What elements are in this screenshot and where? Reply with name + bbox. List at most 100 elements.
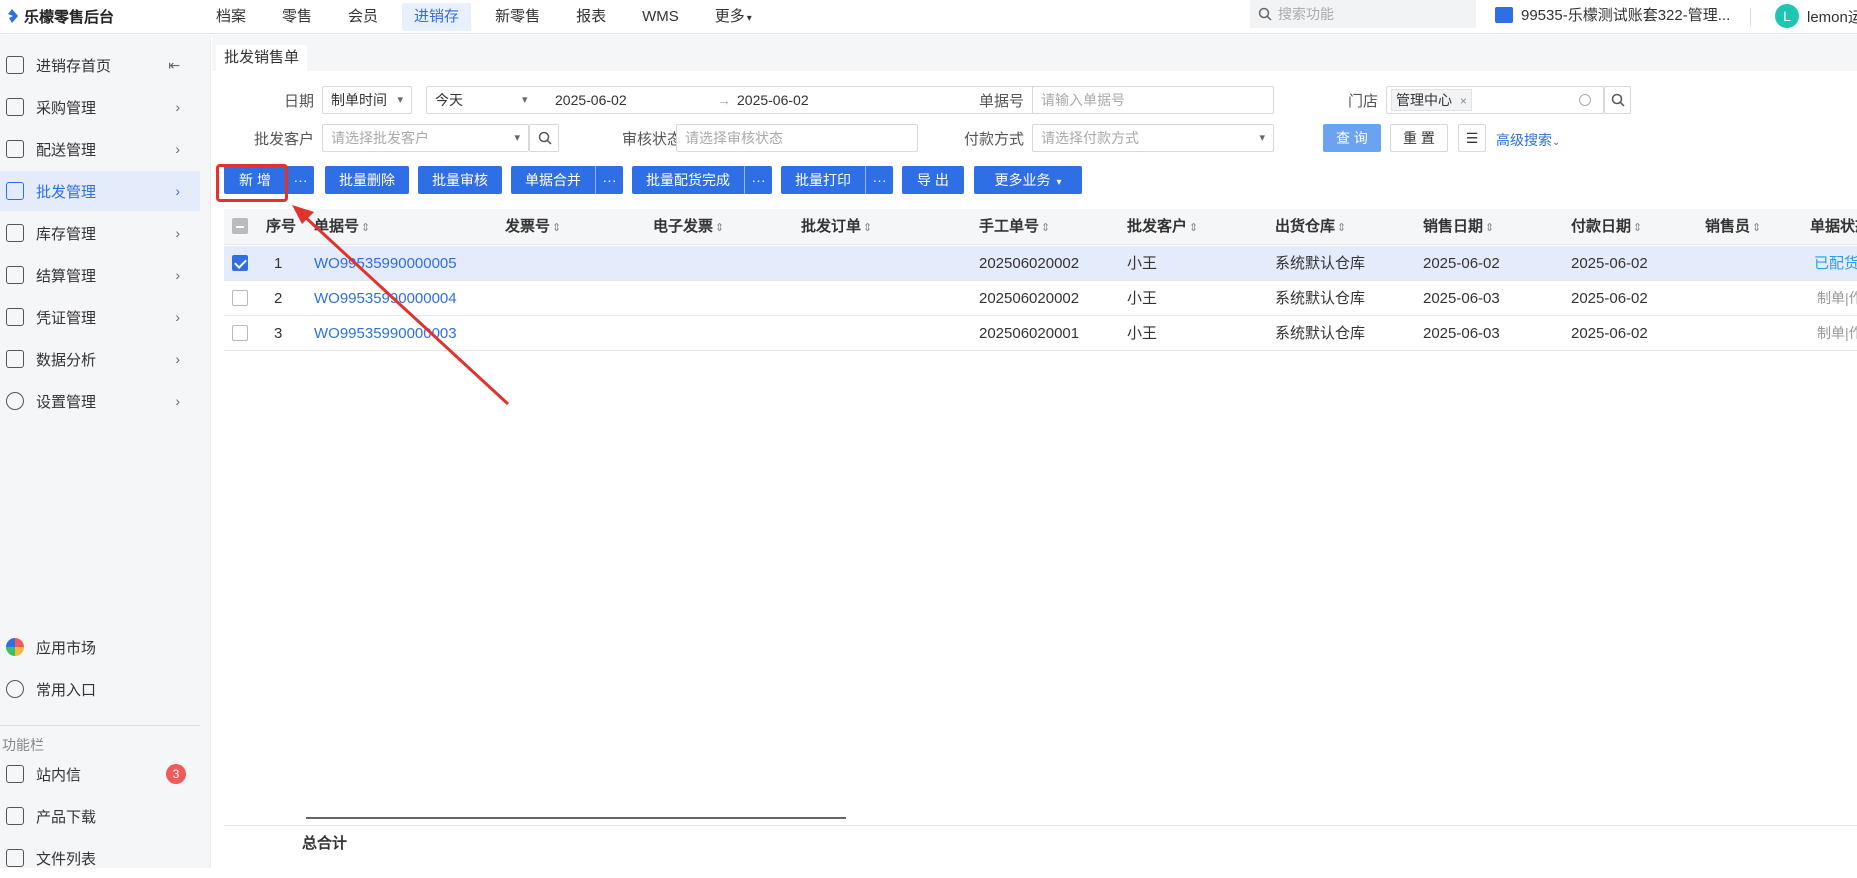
column-header-sortable[interactable]: 电子发票 ⇕ bbox=[653, 209, 724, 245]
add-more-button[interactable]: ··· bbox=[287, 166, 314, 194]
topnav-item[interactable]: 档案 bbox=[204, 3, 258, 31]
column-header-sortable[interactable]: 销售日期 ⇕ bbox=[1423, 209, 1494, 245]
batch-print-button[interactable]: 批量打印 bbox=[781, 166, 865, 194]
sidebar-item-favorites[interactable]: 常用入口 bbox=[0, 669, 200, 709]
cell-seq: 3 bbox=[274, 325, 283, 342]
avatar: L bbox=[1775, 4, 1799, 28]
column-header-sortable[interactable]: 单据号 ⇕ bbox=[314, 209, 370, 245]
search-input[interactable]: 搜索功能 bbox=[1250, 0, 1476, 28]
sidebar-item-purchase[interactable]: 采购管理 › bbox=[0, 87, 200, 127]
store-search-button[interactable] bbox=[1604, 86, 1631, 114]
customer-search-button[interactable] bbox=[529, 124, 559, 152]
pay-select[interactable]: 请选择付款方式 ▾ bbox=[1032, 124, 1274, 152]
batch-audit-button[interactable]: 批量审核 bbox=[418, 166, 502, 194]
tab-wholesale-sales[interactable]: 批发销售单 bbox=[216, 45, 308, 71]
export-button[interactable]: 导 出 bbox=[902, 166, 964, 194]
sidebar-item-label: 凭证管理 bbox=[36, 309, 97, 327]
sidebar-item-files[interactable]: 文件列表 bbox=[0, 838, 200, 878]
topnav-item[interactable]: 零售 bbox=[270, 3, 324, 31]
account-name: 99535-乐檬测试账套322-管理... bbox=[1521, 7, 1731, 24]
cell-status: 已配货 bbox=[1814, 255, 1857, 272]
user-menu[interactable]: L lemon运 bbox=[1775, 4, 1857, 28]
column-header-label: 出货仓库 bbox=[1275, 218, 1336, 235]
topnav-item[interactable]: 报表 bbox=[564, 3, 618, 31]
date-type-value: 制单时间 bbox=[331, 92, 387, 108]
merge-more-button[interactable]: ··· bbox=[596, 166, 623, 194]
column-header-sortable[interactable]: 付款日期 ⇕ bbox=[1571, 209, 1642, 245]
topnav-item[interactable]: WMS bbox=[630, 3, 691, 31]
select-all-checkbox[interactable] bbox=[232, 218, 248, 234]
topnav-item[interactable]: 会员 bbox=[336, 3, 390, 31]
account-switcher[interactable]: 99535-乐檬测试账套322-管理... bbox=[1495, 4, 1730, 25]
date-type-select[interactable]: 制单时间 ▾ bbox=[322, 86, 412, 114]
topnav-item[interactable]: 新零售 bbox=[483, 3, 552, 31]
cell-doc-no-link[interactable]: WO99535990000003 bbox=[314, 316, 457, 351]
sidebar-item-delivery[interactable]: 配送管理 › bbox=[0, 129, 200, 169]
cell-seq: 1 bbox=[274, 255, 283, 272]
date-start[interactable]: 2025-06-02 bbox=[555, 87, 627, 113]
query-button[interactable]: 查 询 bbox=[1323, 124, 1381, 152]
batch-print-more-button[interactable]: ··· bbox=[866, 166, 893, 194]
table-row[interactable]: 1 WO99535990000005 202506020002 小王 系统默认仓… bbox=[224, 246, 1857, 281]
date-range-picker[interactable]: 今天 ▾ 2025-06-02 → 2025-06-02 bbox=[426, 86, 1131, 114]
column-header-sortable[interactable]: 手工单号 ⇕ bbox=[979, 209, 1050, 245]
date-end[interactable]: 2025-06-02 bbox=[737, 87, 809, 113]
sidebar-item-label: 批发管理 bbox=[36, 183, 97, 201]
column-header-sortable[interactable]: 发票号 ⇕ bbox=[505, 209, 561, 245]
store-tag: 管理中心 × bbox=[1391, 89, 1472, 111]
cell-doc-no-link[interactable]: WO99535990000004 bbox=[314, 281, 457, 316]
cell-doc-no-link[interactable]: WO99535990000005 bbox=[314, 246, 457, 281]
collapse-sidebar-icon[interactable]: ⇤ bbox=[168, 57, 180, 74]
app-logo[interactable]: 乐檬零售后台 bbox=[4, 4, 114, 28]
close-icon[interactable]: × bbox=[1460, 94, 1467, 108]
clear-icon[interactable] bbox=[1579, 94, 1591, 106]
sidebar-item-downloads[interactable]: 产品下载 bbox=[0, 796, 200, 836]
sidebar-item-inventory[interactable]: 库存管理 › bbox=[0, 213, 200, 253]
more-business-button[interactable]: 更多业务 ▾ bbox=[974, 166, 1082, 194]
table-footer bbox=[224, 825, 1857, 865]
sort-icon: ⇕ bbox=[1189, 222, 1199, 234]
sidebar-item-settings[interactable]: 设置管理 › bbox=[0, 381, 200, 421]
row-checkbox[interactable] bbox=[232, 255, 248, 271]
merge-button[interactable]: 单据合并 bbox=[511, 166, 595, 194]
column-header-label: 批发客户 bbox=[1127, 218, 1188, 235]
dollar-icon bbox=[6, 266, 24, 284]
horizontal-scrollbar[interactable] bbox=[306, 817, 846, 819]
sidebar-item-settlement[interactable]: 结算管理 › bbox=[0, 255, 200, 295]
reset-button[interactable]: 重 置 bbox=[1390, 124, 1448, 152]
advanced-search-link[interactable]: 高级搜索⌄ bbox=[1496, 130, 1560, 150]
batch-delivery-button[interactable]: 批量配货完成 bbox=[632, 166, 744, 194]
column-header-sortable[interactable]: 批发客户 ⇕ bbox=[1127, 209, 1198, 245]
sort-icon: ⇕ bbox=[715, 222, 725, 234]
column-header-label: 发票号 bbox=[505, 218, 551, 235]
batch-delivery-more-button[interactable]: ··· bbox=[745, 166, 772, 194]
sidebar-item-app-market[interactable]: 应用市场 bbox=[0, 627, 200, 667]
main-content: 批发销售单 日期 制单时间 ▾ 今天 ▾ 2025-06-02 → 2025-06… bbox=[212, 35, 1857, 868]
sidebar-item-analytics[interactable]: 数据分析 › bbox=[0, 339, 200, 379]
column-settings-button[interactable]: ☰ bbox=[1458, 124, 1486, 152]
doc-no-label: 单据号 bbox=[978, 93, 1024, 110]
customer-select[interactable]: 请选择批发客户 ▾ bbox=[322, 124, 529, 152]
advanced-search-label: 高级搜索 bbox=[1496, 132, 1552, 148]
sidebar-item-label: 结算管理 bbox=[36, 267, 97, 285]
column-header-sortable[interactable]: 销售员 ⇕ bbox=[1705, 209, 1761, 245]
audit-select[interactable]: 请选择审核状态 bbox=[676, 124, 918, 152]
sidebar-item-label: 数据分析 bbox=[36, 351, 97, 369]
home-icon bbox=[6, 56, 24, 74]
doc-no-input[interactable]: 请输入单据号 bbox=[1032, 86, 1274, 114]
sidebar-item-label: 进销存首页 bbox=[36, 57, 112, 75]
topnav-item-active[interactable]: 进销存 bbox=[402, 3, 472, 31]
column-header-sortable[interactable]: 出货仓库 ⇕ bbox=[1275, 209, 1346, 245]
column-header-sortable[interactable]: 批发订单 ⇕ bbox=[801, 209, 872, 245]
sidebar-item-home[interactable]: 进销存首页 ⇤ bbox=[0, 45, 200, 85]
sidebar-item-voucher[interactable]: 凭证管理 › bbox=[0, 297, 200, 337]
row-checkbox[interactable] bbox=[232, 290, 248, 306]
batch-delete-button[interactable]: 批量删除 bbox=[325, 166, 409, 194]
table-row[interactable]: 2 WO99535990000004 202506020002 小王 系统默认仓… bbox=[224, 281, 1857, 316]
sidebar-item-wholesale[interactable]: 批发管理 › bbox=[0, 171, 200, 211]
table-row[interactable]: 3 WO99535990000003 202506020001 小王 系统默认仓… bbox=[224, 316, 1857, 351]
store-select[interactable]: 管理中心 × bbox=[1386, 86, 1604, 114]
audit-label: 审核状态 bbox=[621, 131, 682, 148]
topnav-more[interactable]: 更多 ▾ bbox=[703, 3, 764, 31]
row-checkbox[interactable] bbox=[232, 325, 248, 341]
